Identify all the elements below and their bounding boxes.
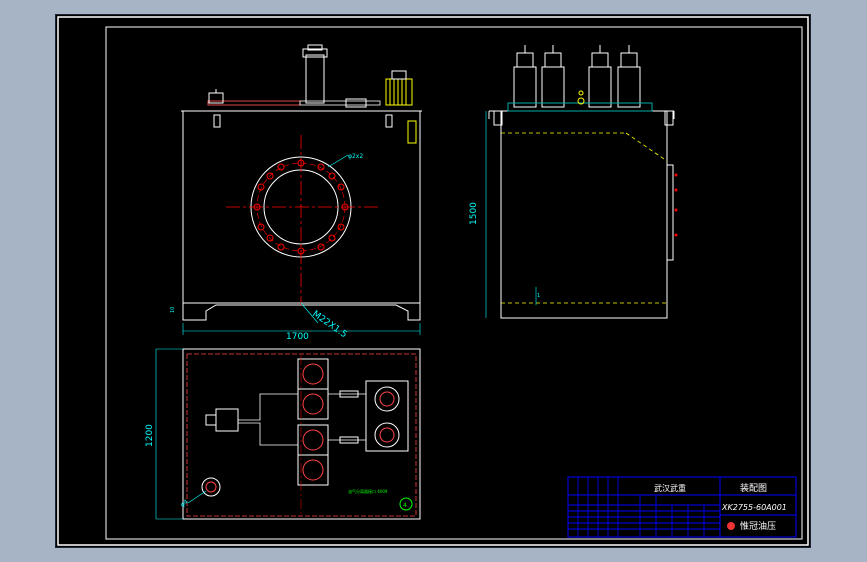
plan-caption: 油气分离器接口 4009 xyxy=(348,488,388,494)
side-view: 1500 1 xyxy=(469,45,678,319)
title-block: 武汉武重 装配图 XK2755-60A001 惟冠油压 xyxy=(567,476,797,538)
port-note: M22X1.5 xyxy=(310,309,348,340)
outer-frame xyxy=(57,16,809,546)
width-dimension: 1700 xyxy=(286,332,309,342)
cad-drawing: φ2x2 M22X1.5 10 1700 1500 1 1200 φ4 油气分离… xyxy=(57,16,809,546)
plan-small-label: φ4 xyxy=(179,498,190,508)
depth-dimension: 1200 xyxy=(145,424,155,447)
height-dimension: 1500 xyxy=(469,202,479,225)
small-dim-left: 10 xyxy=(170,307,176,313)
level-mark: 1 xyxy=(537,293,540,299)
pump-assemblies xyxy=(205,358,409,486)
title-block-heading: 武汉武重 xyxy=(654,483,686,493)
company-name: 惟冠油压 xyxy=(740,520,776,532)
plan-filler xyxy=(201,477,221,497)
plan-badge: 4 xyxy=(403,502,407,509)
motor-unit xyxy=(305,54,325,104)
front-view: φ2x2 M22X1.5 10 1700 xyxy=(170,44,422,342)
drawing-viewport[interactable]: φ2x2 M22X1.5 10 1700 1500 1 1200 φ4 油气分离… xyxy=(55,14,811,548)
flange-note: φ2x2 xyxy=(348,153,363,160)
drawing-title: 装配图 xyxy=(740,482,767,494)
tank-base xyxy=(182,303,421,321)
inner-frame xyxy=(105,26,803,540)
plan-view: 1200 φ4 油气分离器接口 4009 4 xyxy=(145,348,421,520)
tank-side-body xyxy=(500,110,668,319)
yellow-motor xyxy=(385,70,413,106)
drawing-number: XK2755-60A001 xyxy=(721,503,787,512)
flange xyxy=(226,135,378,305)
filter-units xyxy=(507,45,653,112)
company-logo-icon xyxy=(727,522,735,530)
